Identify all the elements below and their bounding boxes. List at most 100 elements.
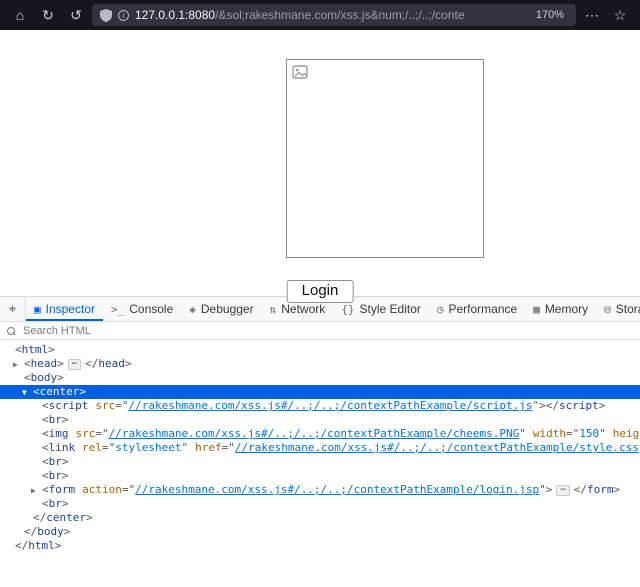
search-icon [7, 327, 15, 335]
info-circle-glyph: i [118, 10, 129, 21]
tree-row[interactable]: <br> [0, 413, 640, 427]
token-p: =" [566, 427, 579, 440]
collapsed-content-badge[interactable]: ⋯ [556, 485, 569, 496]
token-p: </ [33, 511, 46, 524]
console-icon: >_ [111, 303, 124, 316]
tab-performance[interactable]: ◷ Performance [429, 297, 525, 321]
token-p: </ [85, 357, 98, 370]
search-html-input[interactable] [21, 324, 633, 338]
token-p: > [57, 371, 64, 384]
page-viewport: Login [0, 30, 640, 297]
token-p: < [33, 385, 40, 398]
tab-console[interactable]: >_Console [103, 297, 181, 321]
token-tag: body [31, 371, 58, 384]
token-p: </ [574, 483, 587, 496]
markup-tree: <html>▶<head>⋯</head><body>▼<center><scr… [0, 340, 640, 587]
collapsed-content-badge[interactable]: ⋯ [68, 359, 81, 370]
token-p: > [79, 385, 86, 398]
url-text[interactable]: 127.0.0.1:8080/&sol;rakeshmane.com/xss.j… [135, 8, 526, 22]
attribute-value-link[interactable]: //rakeshmane.com/xss.js#/..;/..;/context… [129, 399, 533, 412]
reload-icon[interactable]: ↻ [36, 4, 60, 26]
tree-row[interactable]: <linkrel="stylesheet"href="//rakeshmane.… [0, 441, 640, 455]
token-p: < [42, 427, 49, 440]
pick-element-icon[interactable]: ⌖ [0, 297, 26, 321]
token-p: =" [95, 427, 108, 440]
token-p: > [62, 413, 69, 426]
attribute-value-link[interactable]: //rakeshmane.com/xss.js#/..;/..;/context… [109, 427, 520, 440]
tree-row[interactable]: ▶<formaction="//rakeshmane.com/xss.js#/.… [0, 483, 640, 497]
token-p: < [42, 413, 49, 426]
token-p: < [24, 371, 31, 384]
token-attr: src [95, 399, 115, 412]
zoom-level-badge[interactable]: 170% [532, 8, 568, 22]
token-tag: center [46, 511, 86, 524]
token-p: < [42, 441, 49, 454]
token-p: > [125, 357, 132, 370]
token-p: > [48, 343, 55, 356]
browser-toolbar: ⌂ ↻ ↺ i 127.0.0.1:8080/&sol;rakeshmane.c… [0, 0, 640, 30]
home-icon[interactable]: ⌂ [8, 4, 32, 26]
tab-label: Performance [448, 302, 517, 316]
token-p: "> [539, 483, 552, 496]
token-p: =" [222, 441, 235, 454]
token-p: > [64, 525, 71, 538]
token-p: =" [115, 399, 128, 412]
tree-row[interactable]: ▶<head>⋯</head> [0, 357, 640, 371]
tab-inspector[interactable]: ▣Inspector [26, 297, 103, 321]
menu-icon[interactable]: ⋯ [580, 4, 604, 26]
token-p: > [55, 539, 62, 552]
tree-row[interactable]: <imgsrc="//rakeshmane.com/xss.js#/..;/..… [0, 427, 640, 441]
tree-row[interactable]: <br> [0, 497, 640, 511]
tree-row[interactable]: <br> [0, 469, 640, 483]
url-path: /&sol;rakeshmane.com/xss.js&num;/..;/..;… [215, 8, 464, 22]
token-tag: link [49, 441, 76, 454]
token-p: </ [546, 399, 559, 412]
token-tag: body [37, 525, 64, 538]
token-p: < [42, 469, 49, 482]
token-tag: br [49, 455, 62, 468]
login-button[interactable]: Login [287, 280, 354, 303]
history-icon[interactable]: ↺ [64, 4, 88, 26]
attribute-value-link[interactable]: //rakeshmane.com/xss.js#/..;/..;/context… [135, 483, 539, 496]
style-editor-icon: {} [341, 303, 354, 316]
tree-row[interactable]: <body> [0, 371, 640, 385]
token-val: 150 [579, 427, 599, 440]
tab-label: Memory [545, 302, 588, 316]
tab-label: Storage [616, 302, 640, 316]
token-tag: img [49, 427, 69, 440]
token-tag: script [559, 399, 599, 412]
token-p: > [57, 357, 64, 370]
tree-row[interactable]: </body> [0, 525, 640, 539]
tree-row[interactable]: < script src="//rakeshmane.com/xss.js#/..;… [0, 399, 640, 413]
site-info-icon[interactable]: i [118, 10, 129, 21]
tree-row[interactable]: <br> [0, 455, 640, 469]
tree-row[interactable]: ▼<center> [0, 385, 640, 399]
token-p: < [42, 399, 49, 412]
tab-storage[interactable]: ⊟Storage [596, 297, 640, 321]
token-attr: src [76, 427, 96, 440]
token-p: < [42, 497, 49, 510]
memory-icon: ▦ [533, 303, 540, 316]
expand-arrow-icon[interactable]: ▶ [31, 484, 42, 498]
token-tag: center [40, 385, 80, 398]
bookmark-star-icon[interactable]: ☆ [608, 4, 632, 26]
attribute-value-link[interactable]: //rakeshmane.com/xss.js#/..;/..;/context… [235, 441, 639, 454]
tree-row[interactable]: </center> [0, 511, 640, 525]
token-tag: html [28, 539, 55, 552]
url-bar[interactable]: i 127.0.0.1:8080/&sol;rakeshmane.com/xss… [92, 4, 576, 26]
tab-debugger[interactable]: ◈ Debugger [181, 297, 261, 321]
expand-arrow-icon[interactable]: ▶ [13, 358, 24, 372]
broken-image-icon [292, 65, 310, 81]
tree-row[interactable]: </html> [0, 539, 640, 553]
tracking-protection-shield-icon[interactable] [100, 9, 112, 22]
performance-icon: ◷ [437, 303, 444, 316]
token-attr: action [82, 483, 122, 496]
tab-memory[interactable]: ▦ Memory [525, 297, 596, 321]
token-tag: br [49, 413, 62, 426]
debugger-icon: ◈ [189, 303, 196, 316]
collapse-arrow-icon[interactable]: ▼ [22, 386, 33, 400]
token-p: > [86, 511, 93, 524]
tab-label: Debugger [201, 302, 254, 316]
token-p: " [519, 427, 526, 440]
tree-row[interactable]: <html> [0, 343, 640, 357]
